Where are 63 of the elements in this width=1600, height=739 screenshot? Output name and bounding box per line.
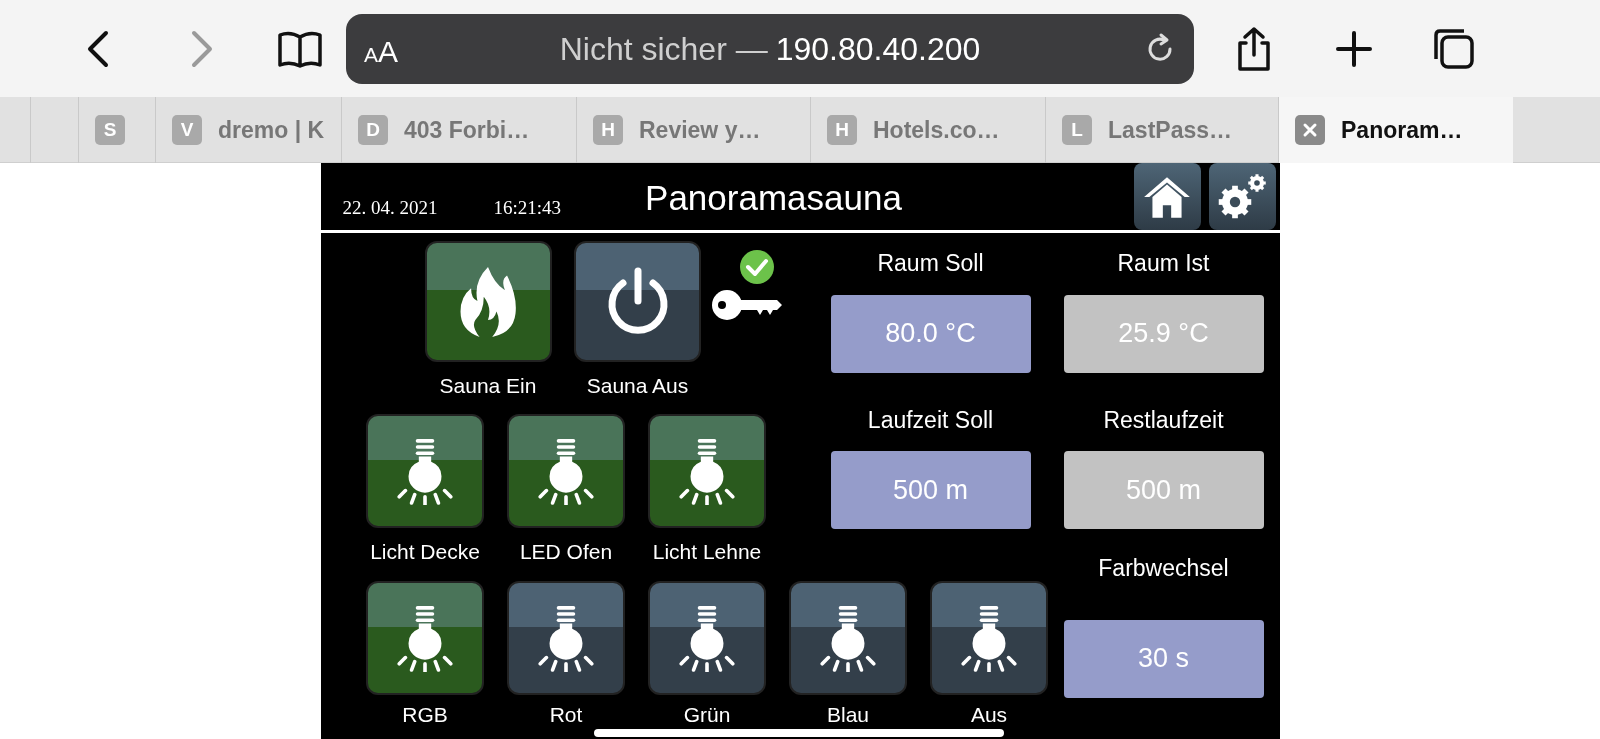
button-label: Sauna Aus (585, 373, 690, 399)
button-label: Licht Lehne (651, 538, 763, 565)
light-bulb-icon (535, 436, 597, 505)
value-label: Farbwechsel (1098, 554, 1229, 583)
tab-title: Panoram… (1341, 115, 1463, 145)
panel-title: Panoramasauna (645, 177, 902, 220)
setpoint-field[interactable]: 30 s (1063, 619, 1264, 698)
value-label: Raum Soll (877, 249, 984, 278)
address-bar[interactable]: AA Nicht sicher — 190.80.40.200 (346, 13, 1194, 84)
light-bulb-icon (394, 436, 456, 505)
tab-title: Review y… (639, 115, 761, 145)
light-button[interactable] (507, 413, 625, 528)
address-text: Nicht sicher — (559, 29, 768, 69)
readout-field: 25.9 °C (1063, 294, 1264, 373)
date-text: 22. 04. 2021 (342, 196, 438, 221)
address-text: 190.80.40.200 (775, 29, 981, 69)
light-button[interactable] (366, 413, 484, 528)
button-label: Blau (826, 702, 870, 728)
button-label: Grün (682, 702, 732, 728)
button-label: Rot (548, 702, 584, 728)
button-label: Licht Decke (369, 538, 481, 565)
time-text: 16:21:43 (493, 196, 562, 221)
readout-field: 500 m (1063, 451, 1264, 529)
tab-title: 403 Forbi… (404, 115, 530, 145)
favicon: H (827, 115, 857, 145)
light-button[interactable] (930, 581, 1048, 695)
light-button[interactable] (507, 581, 625, 695)
light-button[interactable] (648, 413, 766, 528)
browser-tab[interactable]: V dremo | K (155, 97, 341, 163)
settings-button[interactable] (1208, 163, 1276, 230)
light-bulb-icon (535, 604, 597, 672)
button-label: Sauna Ein (438, 373, 538, 399)
light-bulb-icon (676, 436, 738, 505)
light-bulb-icon (394, 604, 456, 672)
light-bulb-icon (958, 604, 1020, 672)
favicon: V (172, 115, 202, 145)
close-icon[interactable] (1295, 115, 1325, 145)
sauna-off-button[interactable] (574, 241, 701, 362)
value-label: Restlaufzeit (1103, 405, 1224, 435)
button-label: RGB (401, 702, 449, 728)
light-button[interactable] (648, 581, 766, 695)
favicon: S (95, 115, 125, 145)
favicon: L (1062, 115, 1092, 145)
value-label: Raum Ist (1117, 249, 1210, 278)
browser-tab[interactable]: Panoram… (1278, 97, 1513, 163)
setpoint-field[interactable]: 80.0 °C (830, 294, 1031, 373)
favicon: H (593, 115, 623, 145)
light-button[interactable] (366, 581, 484, 695)
light-bulb-icon (817, 604, 879, 672)
button-label: LED Ofen (518, 538, 614, 565)
tab-title: LastPass… (1108, 115, 1232, 145)
text-size-button[interactable]: AA (364, 28, 399, 74)
light-bulb-icon (676, 604, 738, 672)
tab-title: dremo | K (218, 115, 325, 145)
value-label: Laufzeit Soll (867, 405, 994, 435)
browser-tab[interactable]: S (78, 97, 155, 163)
sauna-heat-button[interactable] (424, 241, 552, 362)
home-button[interactable] (1133, 163, 1201, 230)
favicon: D (358, 115, 388, 145)
light-button[interactable] (789, 581, 907, 695)
setpoint-field[interactable]: 500 m (830, 451, 1031, 529)
tab-title: Hotels.co… (873, 115, 1000, 145)
button-label: Aus (969, 702, 1009, 728)
